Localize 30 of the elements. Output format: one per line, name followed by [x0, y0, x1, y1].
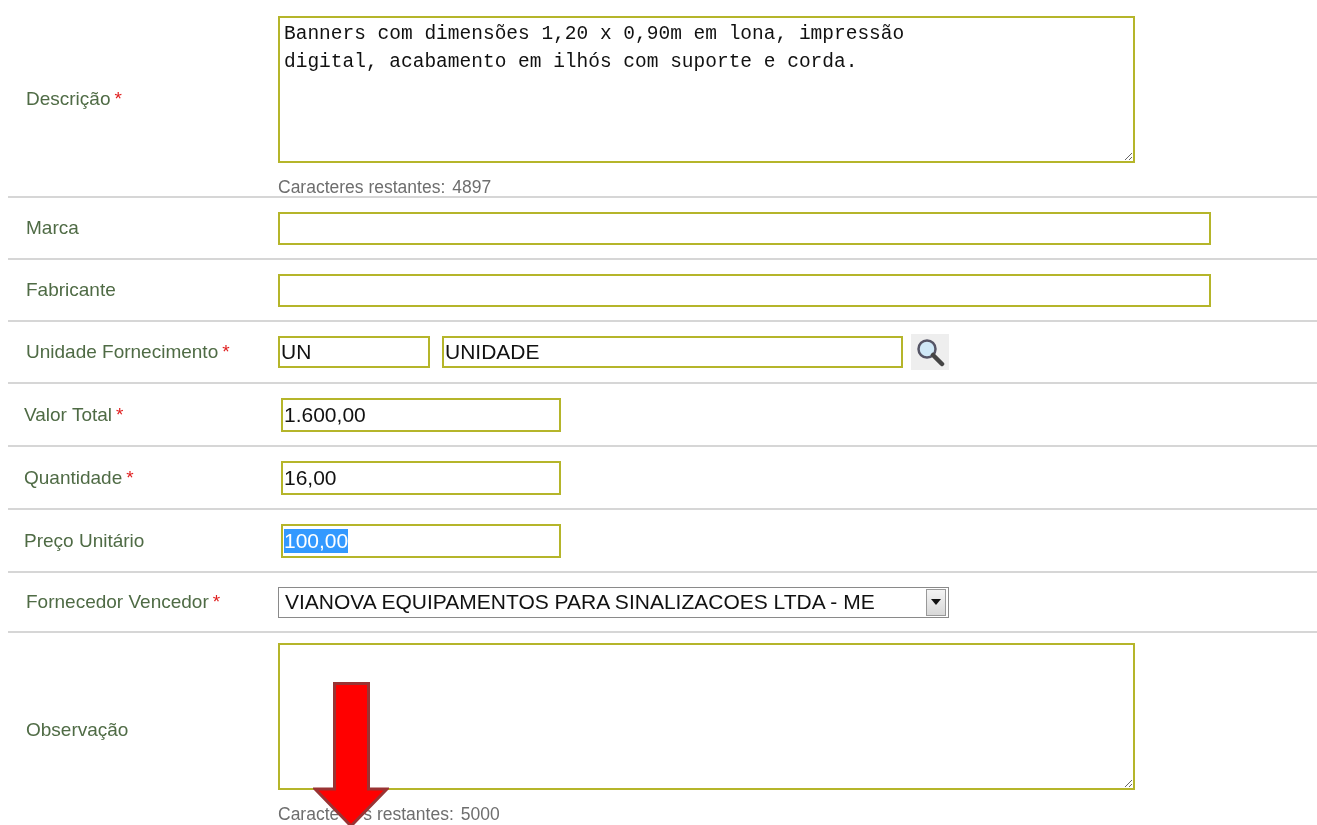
- field-label: Descrição *: [25, 88, 123, 110]
- characters-remaining-text: Caracte: [278, 804, 340, 825]
- unit-name-field[interactable]: UNIDADE: [442, 336, 903, 368]
- input-field[interactable]: 1.600,00: [281, 397, 561, 432]
- magnifier-icon: [915, 337, 945, 367]
- field-label: Fornecedor Vencedor *: [25, 591, 222, 613]
- required-asterisk: *: [116, 403, 124, 425]
- text-area[interactable]: Banners com dimensões 1,20 x 0,90m em lona, impressão digital, acabamento em ilhós com suporte e corda.: [278, 16, 1135, 163]
- dropdown-caret-icon: [926, 588, 946, 616]
- required-asterisk: *: [126, 466, 134, 488]
- characters-remaining-text: 4897: [452, 177, 492, 198]
- characters-remaining-text: 5000: [460, 804, 500, 825]
- required-asterisk: *: [212, 591, 221, 612]
- field-label: Valor Total *: [23, 403, 125, 426]
- field-label: Observação: [25, 719, 130, 741]
- search-button[interactable]: [911, 334, 949, 370]
- text-area[interactable]: [278, 643, 1135, 790]
- input-field[interactable]: 16,00: [281, 460, 561, 495]
- required-asterisk: *: [222, 341, 230, 362]
- field-label: Preço Unitário: [23, 529, 146, 552]
- input-field[interactable]: [278, 211, 1211, 245]
- field-label: Fabricante: [25, 279, 117, 301]
- field-label: Unidade Fornecimento *: [25, 341, 231, 363]
- supplier-dropdown[interactable]: VIANOVA EQUIPAMENTOS PARA SINALIZACOES LTDA - ME: [278, 586, 949, 618]
- required-asterisk: *: [114, 88, 122, 109]
- field-label: Quantidade *: [23, 466, 135, 489]
- characters-remaining-text: Caracteres restantes:: [278, 177, 446, 198]
- input-field[interactable]: [278, 273, 1211, 307]
- field-label: Marca: [25, 217, 80, 239]
- unit-code-field[interactable]: UN: [278, 336, 430, 368]
